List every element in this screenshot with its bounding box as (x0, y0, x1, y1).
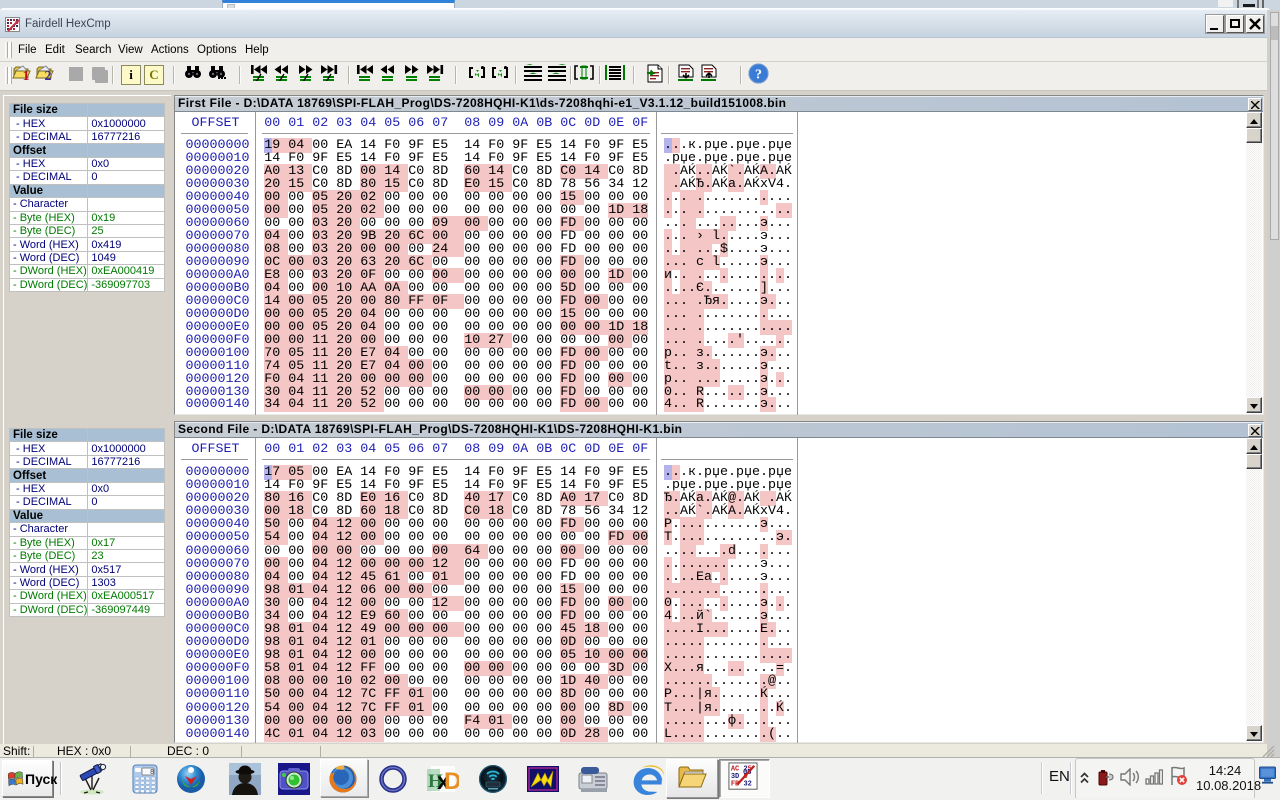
svg-text:1: 1 (23, 69, 30, 82)
svg-text:D: D (444, 768, 459, 795)
svg-text:?: ? (755, 68, 762, 83)
svg-text:8: 8 (150, 769, 154, 777)
svg-text:2: 2 (45, 69, 52, 82)
